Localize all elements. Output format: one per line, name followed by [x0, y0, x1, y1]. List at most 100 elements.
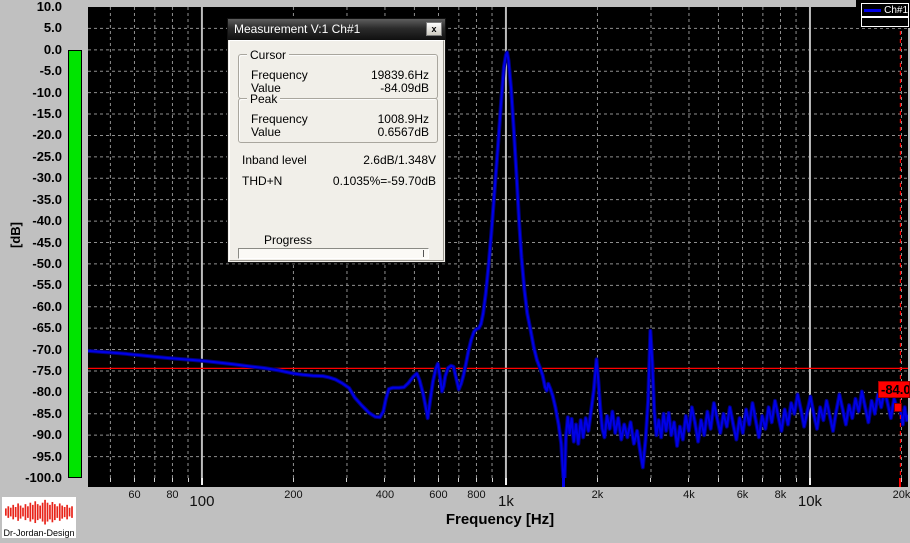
progress-tick	[423, 250, 424, 257]
measurement-dialog: Measurement V:1 Ch#1 x Cursor Frequency …	[227, 18, 446, 263]
legend-ch1-color-swatch	[864, 9, 881, 12]
cursor-tick	[899, 478, 901, 487]
close-icon: x	[431, 24, 436, 34]
x-axis-band	[88, 478, 908, 487]
cursor-value-badge: -84.0	[878, 381, 910, 398]
spectrum-plot[interactable]	[88, 7, 908, 478]
dialog-title: Measurement V:1 Ch#1	[234, 22, 360, 36]
thd-n-label: THD+N	[242, 174, 282, 188]
x-major-tick	[809, 478, 811, 485]
x-minor-tick	[688, 478, 689, 482]
y-tick-label: -65.0	[2, 320, 62, 335]
x-tick-label: 80	[157, 489, 187, 501]
logo-waveform-icon	[2, 497, 76, 527]
y-tick-label: -90.0	[2, 427, 62, 442]
x-decade-label: 100	[180, 493, 224, 510]
close-button[interactable]: x	[426, 22, 442, 36]
x-minor-tick	[110, 478, 111, 482]
legend-item-ch1[interactable]: Ch#1	[861, 3, 909, 17]
x-minor-tick	[134, 478, 135, 482]
peak-value-row: Value 0.6567dB	[239, 125, 437, 138]
x-tick-label: 2k	[582, 489, 612, 501]
x-major-tick	[505, 478, 507, 485]
x-tick-label: 6k	[728, 489, 758, 501]
progress-bar	[238, 248, 429, 259]
x-tick-label: 400	[370, 489, 400, 501]
y-tick-label: -10.0	[2, 85, 62, 100]
peak-group-title: Peak	[247, 92, 280, 106]
y-tick-label: -95.0	[2, 449, 62, 464]
peak-frequency-label: Frequency	[251, 112, 308, 126]
dialog-body: Cursor Frequency 19839.6Hz Value -84.09d…	[229, 40, 444, 261]
y-tick-label: -60.0	[2, 299, 62, 314]
x-minor-tick	[384, 478, 385, 482]
legend-item-empty	[861, 17, 909, 27]
x-minor-tick	[476, 478, 477, 482]
x-axis-title: Frequency [Hz]	[360, 511, 640, 528]
x-minor-tick	[154, 478, 155, 482]
y-tick-label: -25.0	[2, 149, 62, 164]
x-tick-label: 800	[461, 489, 491, 501]
x-decade-label: 10k	[788, 493, 832, 510]
spectrum-canvas[interactable]	[88, 7, 908, 478]
x-tick-label: 8k	[765, 489, 795, 501]
x-minor-tick	[188, 478, 189, 482]
x-tick-label: 4k	[674, 489, 704, 501]
cursor-frequency-row: Frequency 19839.6Hz	[239, 68, 437, 81]
app-window: 10.0 5.0 0.0 -5.0 -10.0 -15.0 -20.0 -25.0 -30.0 -…	[0, 0, 910, 543]
inband-level-row: Inband level 2.6dB/1.348V	[238, 153, 436, 167]
y-tick-label: -5.0	[2, 63, 62, 78]
peak-frequency-value: 1008.9Hz	[378, 112, 429, 126]
y-tick-label: -30.0	[2, 170, 62, 185]
y-tick-label: 0.0	[2, 42, 62, 57]
x-major-tick	[201, 478, 203, 485]
inband-level-label: Inband level	[242, 153, 307, 167]
y-tick-label: -100.0	[2, 470, 62, 485]
x-minor-tick	[346, 478, 347, 482]
x-tick-label: 20k	[886, 489, 910, 501]
peak-value-label: Value	[251, 125, 281, 139]
x-tick-label: 60	[119, 489, 149, 501]
x-minor-tick	[414, 478, 415, 482]
progress-label: Progress	[264, 233, 312, 247]
x-minor-tick	[458, 478, 459, 482]
y-tick-label: 10.0	[2, 0, 62, 14]
peak-groupbox: Peak Frequency 1008.9Hz Value 0.6567dB	[238, 98, 438, 143]
x-minor-tick	[492, 478, 493, 482]
cursor-group-title: Cursor	[247, 48, 289, 62]
y-axis-unit-label: [dB]	[8, 195, 24, 275]
y-tick-label: -85.0	[2, 406, 62, 421]
x-decade-label: 1k	[484, 493, 528, 510]
x-tick-label: 600	[423, 489, 453, 501]
y-tick-label: -75.0	[2, 363, 62, 378]
x-minor-tick	[597, 478, 598, 482]
level-meter-bar	[68, 50, 82, 478]
x-minor-tick	[796, 478, 797, 482]
x-minor-tick	[293, 478, 294, 482]
logo-text: Dr-Jordan-Design	[2, 528, 76, 538]
legend-ch1-label: Ch#1	[884, 5, 908, 16]
dr-jordan-design-logo: Dr-Jordan-Design	[2, 497, 76, 538]
x-tick-label: 200	[278, 489, 308, 501]
thd-n-row: THD+N 0.1035%=-59.70dB	[238, 174, 436, 188]
x-minor-tick	[438, 478, 439, 482]
cursor-value-value: -84.09dB	[380, 81, 429, 95]
x-minor-tick	[780, 478, 781, 482]
x-minor-tick	[650, 478, 651, 482]
y-tick-label: -20.0	[2, 127, 62, 142]
dialog-titlebar[interactable]: Measurement V:1 Ch#1 x	[228, 19, 445, 40]
cursor-marker	[894, 403, 902, 412]
y-tick-label: -55.0	[2, 277, 62, 292]
y-tick-label: 5.0	[2, 20, 62, 35]
x-minor-tick	[718, 478, 719, 482]
inband-level-value: 2.6dB/1.348V	[363, 153, 436, 167]
cursor-frequency-value: 19839.6Hz	[371, 68, 429, 82]
x-minor-tick	[742, 478, 743, 482]
thd-n-value: 0.1035%=-59.70dB	[333, 174, 436, 188]
cursor-frequency-label: Frequency	[251, 68, 308, 82]
peak-frequency-row: Frequency 1008.9Hz	[239, 112, 437, 125]
x-minor-tick	[172, 478, 173, 482]
trace-clip-tick	[562, 478, 565, 487]
y-tick-label: -70.0	[2, 342, 62, 357]
y-tick-label: -15.0	[2, 106, 62, 121]
